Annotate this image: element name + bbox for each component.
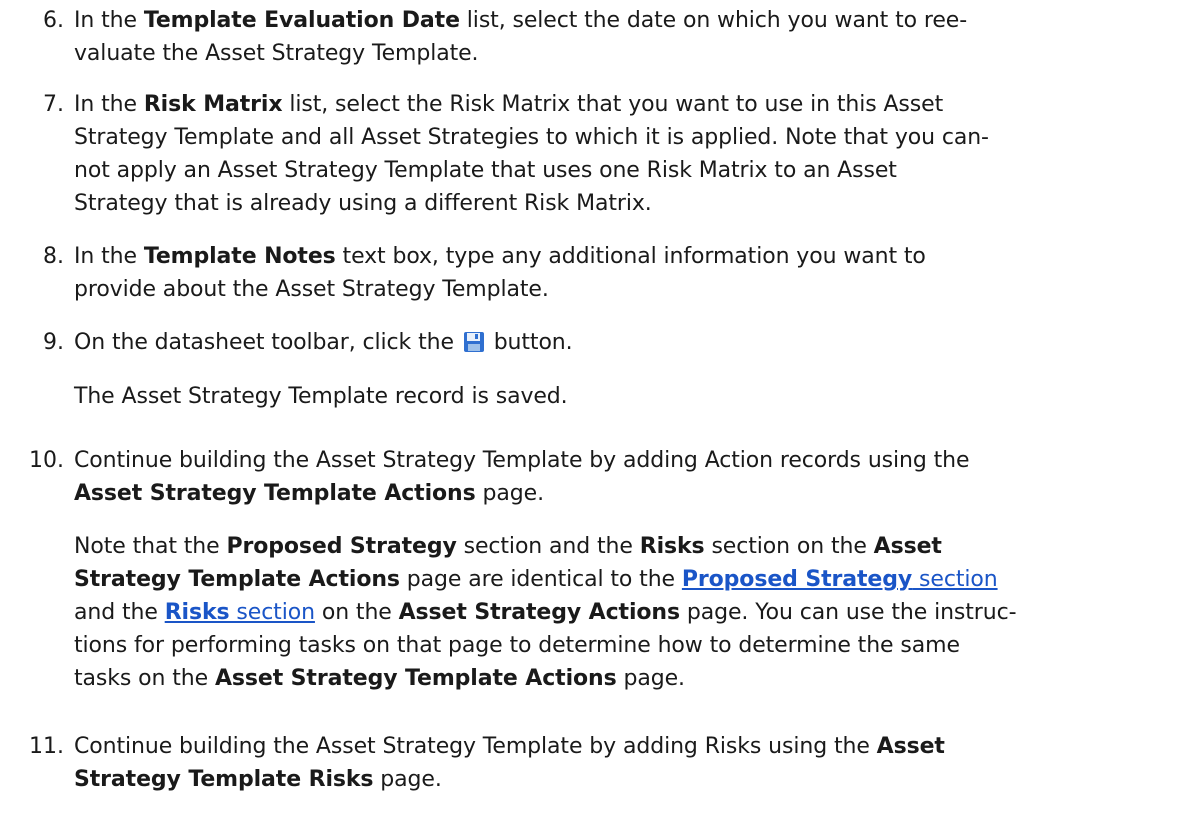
- step-note: Note that the Proposed Strategy section …: [74, 534, 1017, 691]
- field-name: Template Notes: [143, 244, 336, 269]
- step-number: 9.: [43, 330, 64, 355]
- risks-section-link[interactable]: Risks section: [165, 600, 315, 625]
- field-name: Template Evaluation Date: [143, 8, 460, 33]
- document-page: 6. In the Template Evaluation Date list,…: [0, 0, 1204, 816]
- floppy-disk-save-icon: [463, 330, 485, 352]
- proposed-strategy-link[interactable]: Proposed Strategy section: [682, 567, 998, 592]
- step-text: Continue building the Asset Strategy Tem…: [74, 444, 1154, 695]
- step-text: In the Template Evaluation Date list, se…: [74, 8, 968, 66]
- step-result: The Asset Strategy Template record is sa…: [74, 384, 568, 409]
- field-name: Risk Matrix: [143, 92, 283, 117]
- page-name: Asset Strategy Template Actions: [74, 481, 476, 506]
- page-name: Strategy Template Risks: [74, 767, 374, 792]
- step-text: On the datasheet toolbar, click the butt…: [74, 326, 1154, 413]
- step-number: 11.: [29, 734, 64, 759]
- step-number: 7.: [43, 92, 64, 117]
- step-number: 6.: [43, 8, 64, 33]
- step-text: Continue building the Asset Strategy Tem…: [74, 734, 945, 792]
- step-number: 8.: [43, 244, 64, 269]
- step-text: In the Risk Matrix list, select the Risk…: [74, 92, 989, 216]
- step-number: 10.: [29, 448, 64, 473]
- step-text: In the Template Notes text box, type any…: [74, 244, 926, 302]
